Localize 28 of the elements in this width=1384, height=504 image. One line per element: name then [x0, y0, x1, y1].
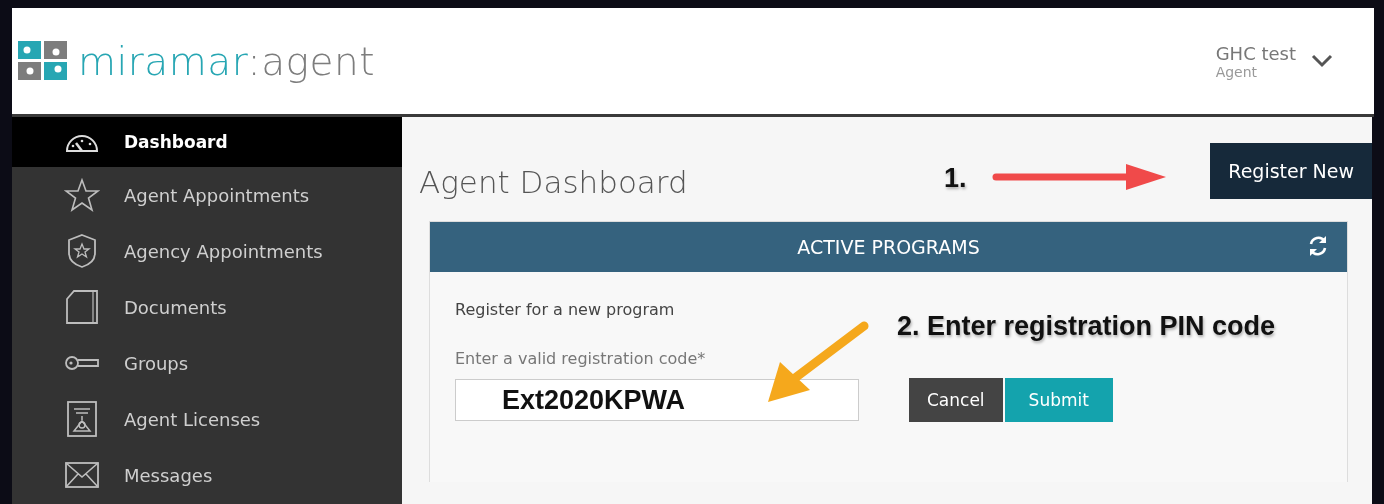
key-icon — [64, 354, 100, 372]
nav-item[interactable]: Agent Licenses — [12, 391, 402, 447]
nav-item[interactable]: Dashboard — [12, 117, 402, 167]
envelope-icon — [64, 461, 100, 489]
logo-text: miramar:agent — [78, 38, 375, 84]
document-icon — [65, 289, 99, 325]
user-role: Agent — [1215, 63, 1259, 80]
shield-star-icon — [67, 233, 97, 269]
nav-item[interactable]: Agency Appointments — [12, 223, 402, 279]
star-icon — [64, 178, 100, 212]
user-name[interactable]: GHC test — [1215, 42, 1296, 64]
panel-title: ACTIVE PROGRAMS — [797, 236, 980, 258]
certificate-icon — [66, 400, 98, 438]
logo-icon — [18, 41, 68, 81]
field-label: Enter a valid registration code* — [455, 349, 707, 368]
page-title: Agent Dashboard — [419, 164, 688, 200]
chevron-down-icon[interactable] — [1310, 53, 1334, 69]
refresh-icon[interactable] — [1307, 235, 1329, 257]
nav-item[interactable]: Messages — [12, 447, 402, 503]
form-title: Register for a new program — [455, 300, 676, 319]
nav-item[interactable]: Agent Appointments — [12, 167, 402, 223]
nav-item[interactable]: Documents — [12, 279, 402, 335]
annotation-text: 1. — [944, 163, 967, 194]
cancel-button[interactable]: Cancel — [909, 378, 1003, 422]
registration-code-field[interactable]: Ext2020KPWA — [455, 379, 859, 421]
register-new-button[interactable]: Register New — [1210, 143, 1372, 199]
annotation-text: 2. Enter registration PIN code — [897, 311, 1276, 342]
nav-item[interactable]: Groups — [12, 335, 402, 391]
